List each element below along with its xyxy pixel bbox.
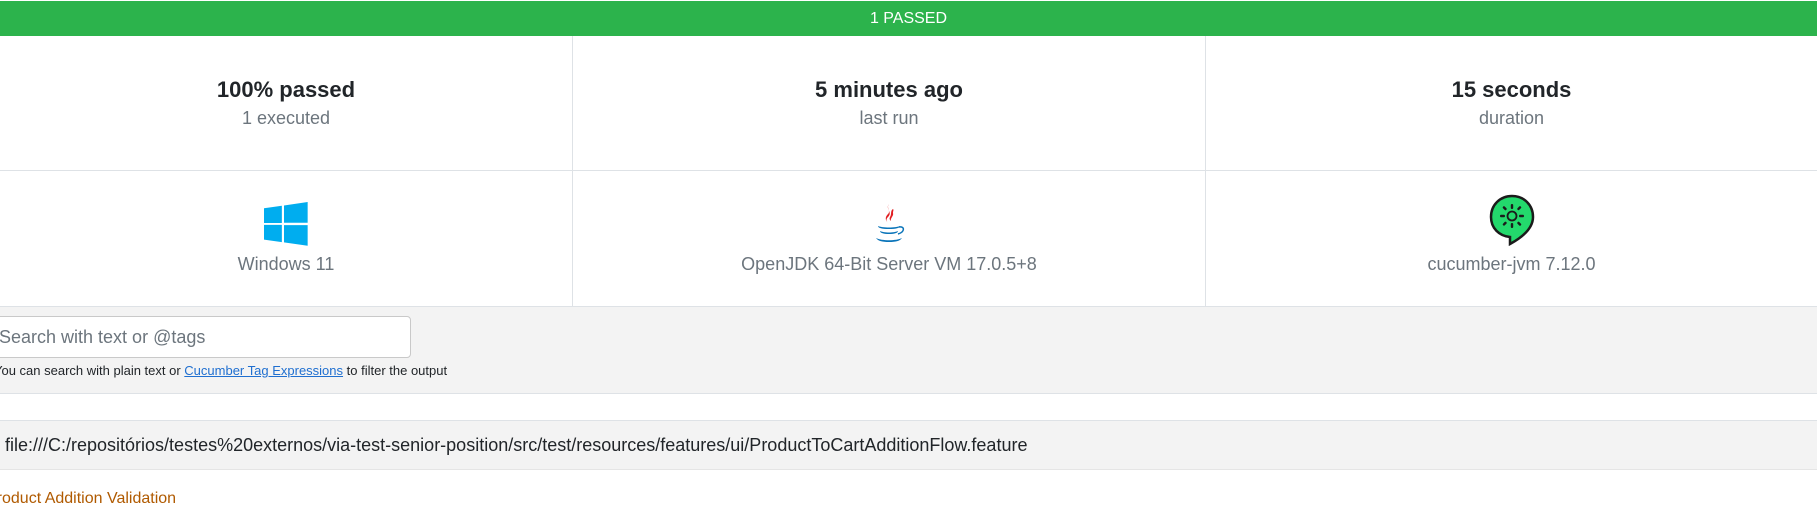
status-text: 1 PASSED (869, 9, 948, 27)
stat-last-run: 5 minutes ago last run (573, 36, 1206, 170)
search-section: You can search with plain text or Cucumb… (0, 306, 1817, 394)
feature-file-path: file:///C:/repositórios/testes%20externo… (5, 434, 1028, 455)
windows-icon (264, 198, 308, 246)
search-help: You can search with plain text or Cucumb… (0, 363, 447, 378)
stat-passed: 100% passed 1 executed (0, 36, 573, 170)
stat-value: 15 seconds (1451, 77, 1572, 102)
search-help-prefix: You can search with plain text or (0, 363, 185, 378)
search-input[interactable] (0, 316, 411, 358)
stat-duration: 15 seconds duration (1206, 36, 1817, 170)
env-framework: cucumber-jvm 7.12.0 (1206, 171, 1817, 306)
env-label: cucumber-jvm 7.12.0 (1427, 254, 1596, 274)
stat-value: 100% passed (216, 77, 356, 102)
cucumber-tag-expressions-link[interactable]: Cucumber Tag Expressions (184, 363, 343, 378)
summary-stats: 100% passed 1 executed 5 minutes ago las… (0, 36, 1817, 171)
env-runtime: OpenJDK 64-Bit Server VM 17.0.5+8 (573, 171, 1206, 306)
cucumber-icon (1489, 194, 1535, 246)
status-bar: 1 PASSED (0, 0, 1817, 36)
env-os: Windows 11 (0, 171, 573, 306)
search-help-suffix: to filter the output (343, 363, 448, 378)
stat-value: 5 minutes ago (815, 77, 963, 102)
env-label: OpenJDK 64-Bit Server VM 17.0.5+8 (741, 254, 1037, 274)
stat-label: duration (1478, 108, 1545, 128)
environment-info: Windows 11 OpenJDK 64-Bit Server VM 17.0… (0, 171, 1817, 306)
env-label: Windows 11 (237, 254, 335, 274)
spacer (0, 394, 1817, 420)
stat-label: 1 executed (241, 108, 331, 128)
java-icon (872, 198, 906, 246)
stat-label: last run (859, 108, 919, 128)
feature-file-header[interactable]: file:///C:/repositórios/testes%20externo… (0, 420, 1817, 470)
feature-title[interactable]: Product Addition Validation (0, 490, 176, 508)
